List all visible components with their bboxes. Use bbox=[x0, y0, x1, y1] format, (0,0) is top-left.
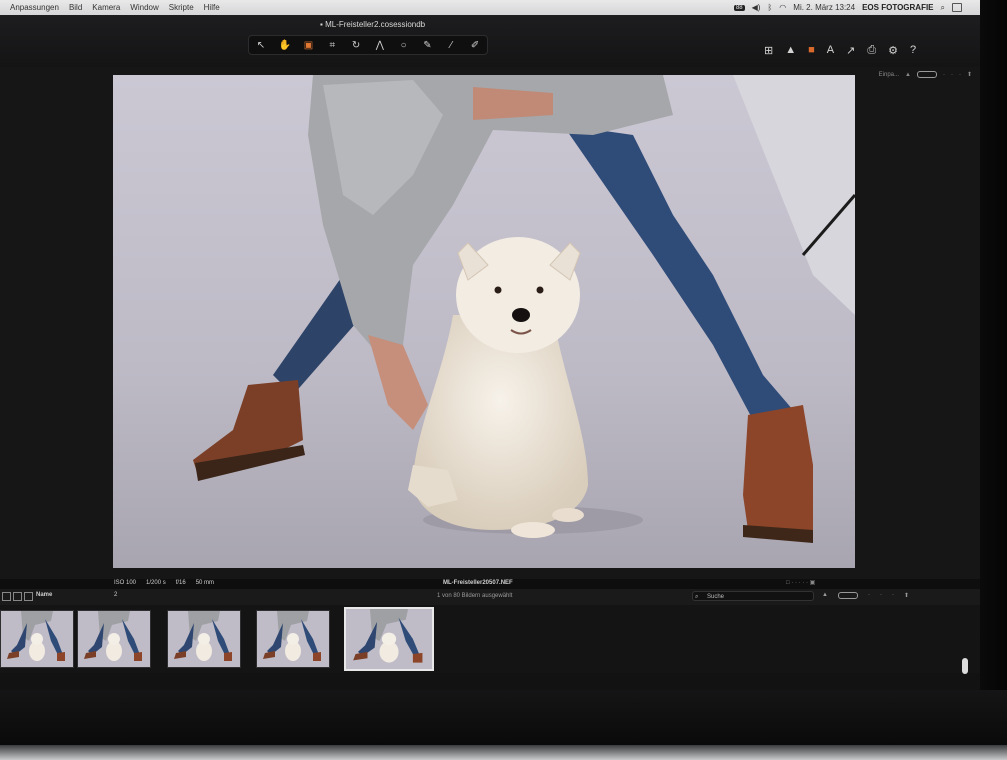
screen: Anpassungen Bild Kamera Window Skripte H… bbox=[0, 0, 980, 690]
zoom-dot: · bbox=[958, 71, 961, 78]
volume-icon[interactable]: ◀) bbox=[752, 3, 761, 12]
exif-focal: 50 mm bbox=[195, 580, 215, 586]
exposure-warning-icon[interactable]: ▲ bbox=[785, 44, 796, 57]
annotate-icon[interactable]: ✐ bbox=[467, 40, 483, 51]
zoom-dot: · bbox=[942, 71, 945, 78]
filmstrip-thumbnail[interactable] bbox=[0, 610, 74, 668]
filmstrip-thumbnail[interactable] bbox=[256, 610, 330, 668]
image-viewer: Einpa... ▲ · · · ⬆ bbox=[0, 67, 980, 579]
pan-hand-icon[interactable]: ✋ bbox=[277, 40, 293, 51]
title-toolbar: ▪ ML-Freisteller2.cosessiondb ↖ ✋ ▣ ⌗ ↻ ⋀ ○ ✎ ⁄ ✐… bbox=[0, 15, 980, 81]
search-input[interactable]: ⌕ Suche bbox=[692, 591, 814, 601]
thumbnail-size-dot: · bbox=[891, 592, 894, 598]
cursor-tools: ↖ ✋ ▣ ⌗ ↻ ⋀ ○ ✎ ⁄ ✐ bbox=[248, 35, 488, 55]
exif-aperture: f/16 bbox=[175, 580, 186, 586]
menu-item-hilfe[interactable]: Hilfe bbox=[204, 3, 220, 12]
thumbnail-image bbox=[1, 611, 73, 667]
eyedropper-icon[interactable]: ⁄ bbox=[443, 40, 459, 51]
selection-count: 1 von 80 Bildern ausgewählt bbox=[437, 593, 513, 599]
window-title: ▪ ML-Freisteller2.cosessiondb bbox=[320, 20, 425, 29]
photo-illustration bbox=[113, 75, 855, 568]
wifi-icon[interactable]: ◠ bbox=[779, 3, 786, 12]
menu-item-skripte[interactable]: Skripte bbox=[169, 3, 194, 12]
filmstrip-view-icon[interactable] bbox=[24, 592, 33, 601]
help-icon[interactable]: ? bbox=[910, 44, 916, 57]
bluetooth-icon[interactable]: ᛒ bbox=[767, 3, 772, 12]
export-icon[interactable]: ⬆ bbox=[967, 71, 972, 78]
monitor-stand-strip bbox=[0, 745, 1007, 760]
sort-dropdown[interactable]: Name bbox=[36, 592, 52, 598]
menu-item-window[interactable]: Window bbox=[130, 3, 158, 12]
text-tool-icon[interactable]: A bbox=[827, 44, 834, 57]
main-photo[interactable] bbox=[113, 75, 855, 568]
keystone-icon[interactable]: ⋀ bbox=[372, 40, 388, 51]
crop-icon[interactable]: ⌗ bbox=[324, 40, 340, 51]
exif-shutter: 1/200 s bbox=[146, 580, 166, 586]
rotate-icon[interactable]: ↻ bbox=[348, 40, 364, 51]
search-placeholder: Suche bbox=[707, 594, 725, 600]
thumbnail-image bbox=[168, 611, 240, 667]
browser-right-controls: ▲ · · · ⬆ bbox=[822, 592, 909, 599]
spot-icon[interactable]: ○ bbox=[396, 40, 412, 51]
exif-info: ISO 100 1/200 s f/16 50 mm bbox=[114, 580, 214, 586]
window-title-text: ML-Freisteller2.cosessiondb bbox=[325, 20, 426, 29]
cursor-icon[interactable]: ↖ bbox=[253, 40, 269, 51]
filter-icon[interactable]: ▲ bbox=[822, 592, 828, 599]
clock-text: Mi. 2. März 13:24 bbox=[793, 3, 856, 12]
zoom-slider[interactable] bbox=[916, 71, 937, 78]
user-name[interactable]: EOS FOTOGRAFIE bbox=[862, 3, 933, 12]
settings-gear-icon[interactable]: ⚙ bbox=[888, 44, 898, 57]
filmstrip-scroll-handle[interactable] bbox=[962, 658, 968, 674]
filmstrip-thumbnail[interactable] bbox=[77, 610, 151, 668]
status-area: 88 ◀) ᛒ ◠ Mi. 2. März 13:24 EOS FOTOGRAF… bbox=[733, 3, 962, 13]
info-bar: ISO 100 1/200 s f/16 50 mm ML-Freistelle… bbox=[0, 579, 980, 589]
browser-bar: Name 2 1 von 80 Bildern ausgewählt ⌕ Suc… bbox=[0, 589, 980, 605]
document-icon: ▪ bbox=[320, 20, 323, 29]
filmstrip bbox=[0, 605, 980, 673]
exif-iso: ISO 100 bbox=[114, 580, 137, 586]
thumbnail-image bbox=[257, 611, 329, 667]
battery-badge: 88 bbox=[733, 4, 745, 11]
grid-view-icon[interactable]: ⊞ bbox=[764, 44, 773, 57]
filmstrip-thumbnail[interactable] bbox=[167, 610, 241, 668]
browser-view-modes bbox=[2, 592, 33, 601]
filmstrip-thumbnail[interactable] bbox=[344, 607, 434, 671]
copy-adjust-icon[interactable]: ↗ bbox=[846, 44, 855, 57]
right-toolbar: ⊞ ▲ ■ A ↗ ⎙ ⚙? bbox=[764, 44, 916, 57]
loupe-icon[interactable]: ▣ bbox=[300, 40, 316, 51]
thumbnail-image bbox=[78, 611, 150, 667]
viewer-page-controls[interactable]: □ · · · · · ▣ bbox=[786, 579, 815, 586]
thumbnail-size-dot: · bbox=[867, 592, 870, 598]
grid-view-icon[interactable] bbox=[13, 592, 22, 601]
viewer-controls: Einpa... ▲ · · · ⬆ bbox=[879, 71, 972, 78]
search-icon: ⌕ bbox=[695, 594, 699, 600]
list-view-icon[interactable] bbox=[2, 592, 11, 601]
thumbnail-size-dot: · bbox=[879, 592, 882, 598]
menu-item-kamera[interactable]: Kamera bbox=[92, 3, 120, 12]
proof-icon[interactable]: ■ bbox=[808, 44, 815, 57]
menu-item-bild[interactable]: Bild bbox=[69, 3, 82, 12]
monitor-bezel-right bbox=[980, 0, 1007, 690]
image-filename: ML-Freisteller20507.NEF bbox=[443, 580, 513, 586]
brush-icon[interactable]: ✎ bbox=[419, 40, 435, 51]
menu-item-anpassungen[interactable]: Anpassungen bbox=[10, 3, 59, 12]
adjust-icon[interactable]: ▲ bbox=[905, 72, 911, 78]
viewer-label: Einpa... bbox=[878, 71, 900, 78]
spotlight-search-icon[interactable]: ⌕ bbox=[941, 3, 945, 13]
menu-bar: Anpassungen Bild Kamera Window Skripte H… bbox=[0, 0, 980, 15]
zoom-dot: · bbox=[950, 71, 953, 78]
export-icon[interactable]: ⬆ bbox=[904, 592, 909, 599]
sort-value: 2 bbox=[114, 592, 118, 598]
thumbnail-image bbox=[346, 609, 432, 669]
notification-list-icon[interactable] bbox=[952, 3, 962, 12]
thumbnail-size-slider[interactable] bbox=[837, 592, 858, 599]
print-icon[interactable]: ⎙ bbox=[867, 44, 876, 57]
